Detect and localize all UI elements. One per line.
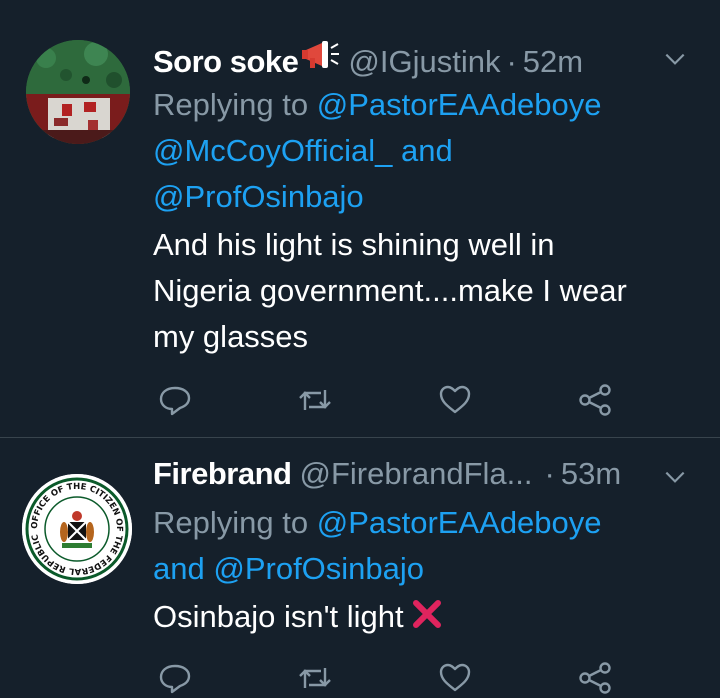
tweet[interactable]: Soro soke @IGjustink · 52m Replying to @…	[0, 0, 720, 437]
tweet-text-line: my glasses	[153, 319, 309, 354]
chevron-down-icon[interactable]	[662, 46, 688, 72]
avatar[interactable]	[26, 40, 130, 144]
seal-image: OFFICE OF THE CITIZEN OF THE FEDERAL REP…	[22, 474, 132, 584]
display-name[interactable]: Firebrand	[153, 456, 292, 492]
replying-to-label: Replying to	[153, 87, 309, 122]
megaphone-icon	[300, 38, 340, 72]
tweet[interactable]: OFFICE OF THE CITIZEN OF THE FEDERAL REP…	[0, 438, 720, 698]
mention-and: and	[153, 551, 205, 586]
user-handle[interactable]: @IGjustink	[348, 44, 500, 80]
reply-icon[interactable]	[155, 658, 195, 698]
separator-dot: ·	[544, 456, 555, 491]
chevron-down-icon[interactable]	[662, 464, 688, 490]
tweet-header: Firebrand @FirebrandFla... · 53m	[153, 456, 700, 500]
tweet-actions	[153, 380, 623, 420]
tweet-text-line: Nigeria government....make I wear	[153, 273, 627, 308]
mention-link[interactable]: @ProfOsinbajo	[153, 179, 364, 214]
retweet-icon[interactable]	[295, 380, 335, 420]
mention-link[interactable]: @PastorEAAdeboye	[317, 87, 602, 122]
tweet-text-line: And his light is shining well in	[153, 227, 555, 262]
replying-to: Replying to @PastorEAAdeboye and @ProfOs…	[153, 500, 700, 592]
separator-dot: ·	[506, 44, 517, 79]
reply-icon[interactable]	[155, 380, 195, 420]
timestamp[interactable]: 53m	[561, 456, 621, 492]
like-icon[interactable]	[435, 658, 475, 698]
like-icon[interactable]	[435, 380, 475, 420]
replying-to-label: Replying to	[153, 505, 309, 540]
mention-and: and	[400, 133, 453, 168]
share-icon[interactable]	[575, 380, 615, 420]
display-name[interactable]: Soro soke	[153, 44, 299, 80]
avatar[interactable]: OFFICE OF THE CITIZEN OF THE FEDERAL REP…	[22, 474, 132, 584]
mention-link[interactable]: @ProfOsinbajo	[213, 551, 424, 586]
tweet-text: And his light is shining well in Nigeria…	[153, 222, 700, 360]
mention-link[interactable]: @PastorEAAdeboye	[317, 505, 602, 540]
tweet-header: Soro soke @IGjustink · 52m	[153, 38, 700, 82]
mention-link[interactable]: @McCoyOfficial_	[153, 133, 392, 168]
cross-mark-icon	[410, 597, 444, 631]
retweet-icon[interactable]	[295, 658, 335, 698]
timestamp[interactable]: 52m	[523, 44, 583, 80]
replying-to: Replying to @PastorEAAdeboye @McCoyOffic…	[153, 82, 700, 220]
user-handle[interactable]: @FirebrandFla...	[299, 456, 532, 492]
tweet-text: Osinbajo isn't light	[153, 594, 700, 640]
share-icon[interactable]	[575, 658, 615, 698]
tweet-text-line: Osinbajo isn't light	[153, 599, 404, 634]
tweet-actions	[153, 658, 623, 698]
